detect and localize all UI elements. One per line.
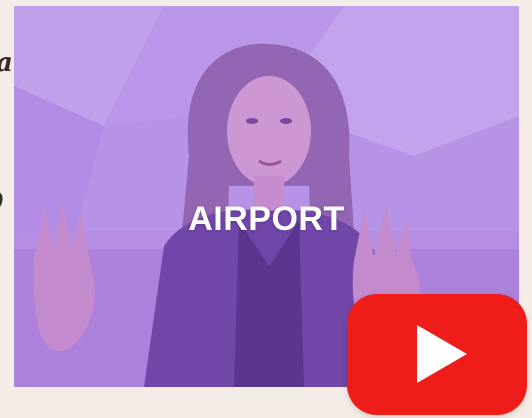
cropped-side-text: ) — [0, 190, 4, 212]
video-caption: AIRPORT — [188, 200, 345, 238]
page: a. ) — [0, 0, 532, 418]
play-icon — [417, 325, 467, 383]
play-button[interactable] — [347, 294, 527, 415]
